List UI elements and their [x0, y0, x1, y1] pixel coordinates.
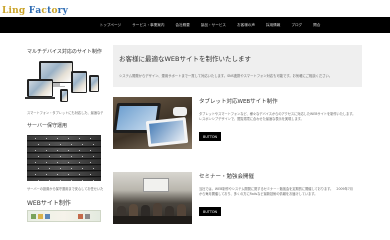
sidebar: マルチデバイス対応のサイト制作 スマートフォン・タブレットにも対応した、最適なデ…	[25, 48, 103, 222]
hero-text: システム開発からデザイン、運用サポートまで一貫して対応いたします。SNS連携やス…	[119, 74, 333, 78]
main-nav: トップページ サービス・事業案内 会社概要 製品・サービス お客様の声 採用情報 ブログ 問合	[0, 17, 390, 33]
article-text-line: から毎月開催しており、多くの方にRailsなど最新技術の情報をお届けしています。	[199, 192, 318, 197]
nav-item[interactable]: 製品・サービス	[201, 23, 226, 28]
article-body: セミナー・勉強会開催 当社では、WEB制作やシステム開発に関するセミナー・勉強会…	[199, 172, 362, 217]
nav-list: トップページ サービス・事業案内 会社概要 製品・サービス お客様の声 採用情報 ブログ 問合	[70, 23, 321, 28]
nav-item[interactable]: 会社概要	[176, 23, 190, 28]
sidebar-title-server: サーバー保守運用	[27, 122, 67, 129]
nav-item[interactable]: トップページ	[100, 23, 122, 28]
web-banner-image[interactable]	[27, 209, 101, 222]
nav-item[interactable]: ブログ	[291, 23, 302, 28]
nav-item[interactable]: 問合	[313, 23, 320, 28]
logo-char: y	[62, 6, 69, 16]
site-logo-text: Ling Factory	[2, 6, 68, 16]
seminar-image	[113, 172, 192, 224]
multidevice-image	[25, 61, 103, 105]
article-title: タブレット対応WEBサイト制作	[199, 99, 278, 105]
sidebar-title-web: WEBサイト制作	[27, 199, 71, 207]
hero-title: お客様に最適なWEBサイトを制作いたします	[119, 55, 251, 63]
article-body: タブレット対応WEBサイト制作 タブレットやスマートフォンなど、様々なデバイスか…	[199, 97, 362, 142]
article-text-line: レスポンシブデザインで、閲覧環境に合わせた最適な表示を実現します。	[199, 117, 304, 122]
hero-panel: お客様に最適なWEBサイトを制作いたします システム開発からデザイン、運用サポー…	[113, 45, 362, 87]
logo-char: n	[12, 6, 19, 16]
sidebar-text-server: サーバーの設置から保守運用まで安心してお任せいただけます	[27, 186, 103, 191]
article-title: セミナー・勉強会開催	[199, 174, 255, 180]
sidebar-title-multidevice: マルチデバイス対応のサイト制作	[27, 49, 102, 55]
nav-item[interactable]: お客様の声	[237, 23, 255, 28]
logo-char: F	[28, 6, 36, 16]
laptop-tablet-image	[113, 97, 192, 149]
nav-item[interactable]: 採用情報	[266, 23, 280, 28]
article-tablet: タブレット対応WEBサイト制作 タブレットやスマートフォンなど、様々なデバイスか…	[113, 97, 362, 159]
article-button[interactable]: BUTTON	[199, 207, 222, 216]
site-logo[interactable]: Ling Factory	[2, 2, 68, 16]
article-seminar: セミナー・勉強会開催 当社では、WEB制作やシステム開発に関するセミナー・勉強会…	[113, 172, 362, 234]
article-button[interactable]: BUTTON	[199, 132, 222, 141]
sidebar-text-multidevice: スマートフォン・タブレットにも対応した、最適なデザインです	[27, 111, 103, 115]
nav-item[interactable]: サービス・事業案内	[132, 23, 164, 28]
server-image	[27, 134, 101, 181]
